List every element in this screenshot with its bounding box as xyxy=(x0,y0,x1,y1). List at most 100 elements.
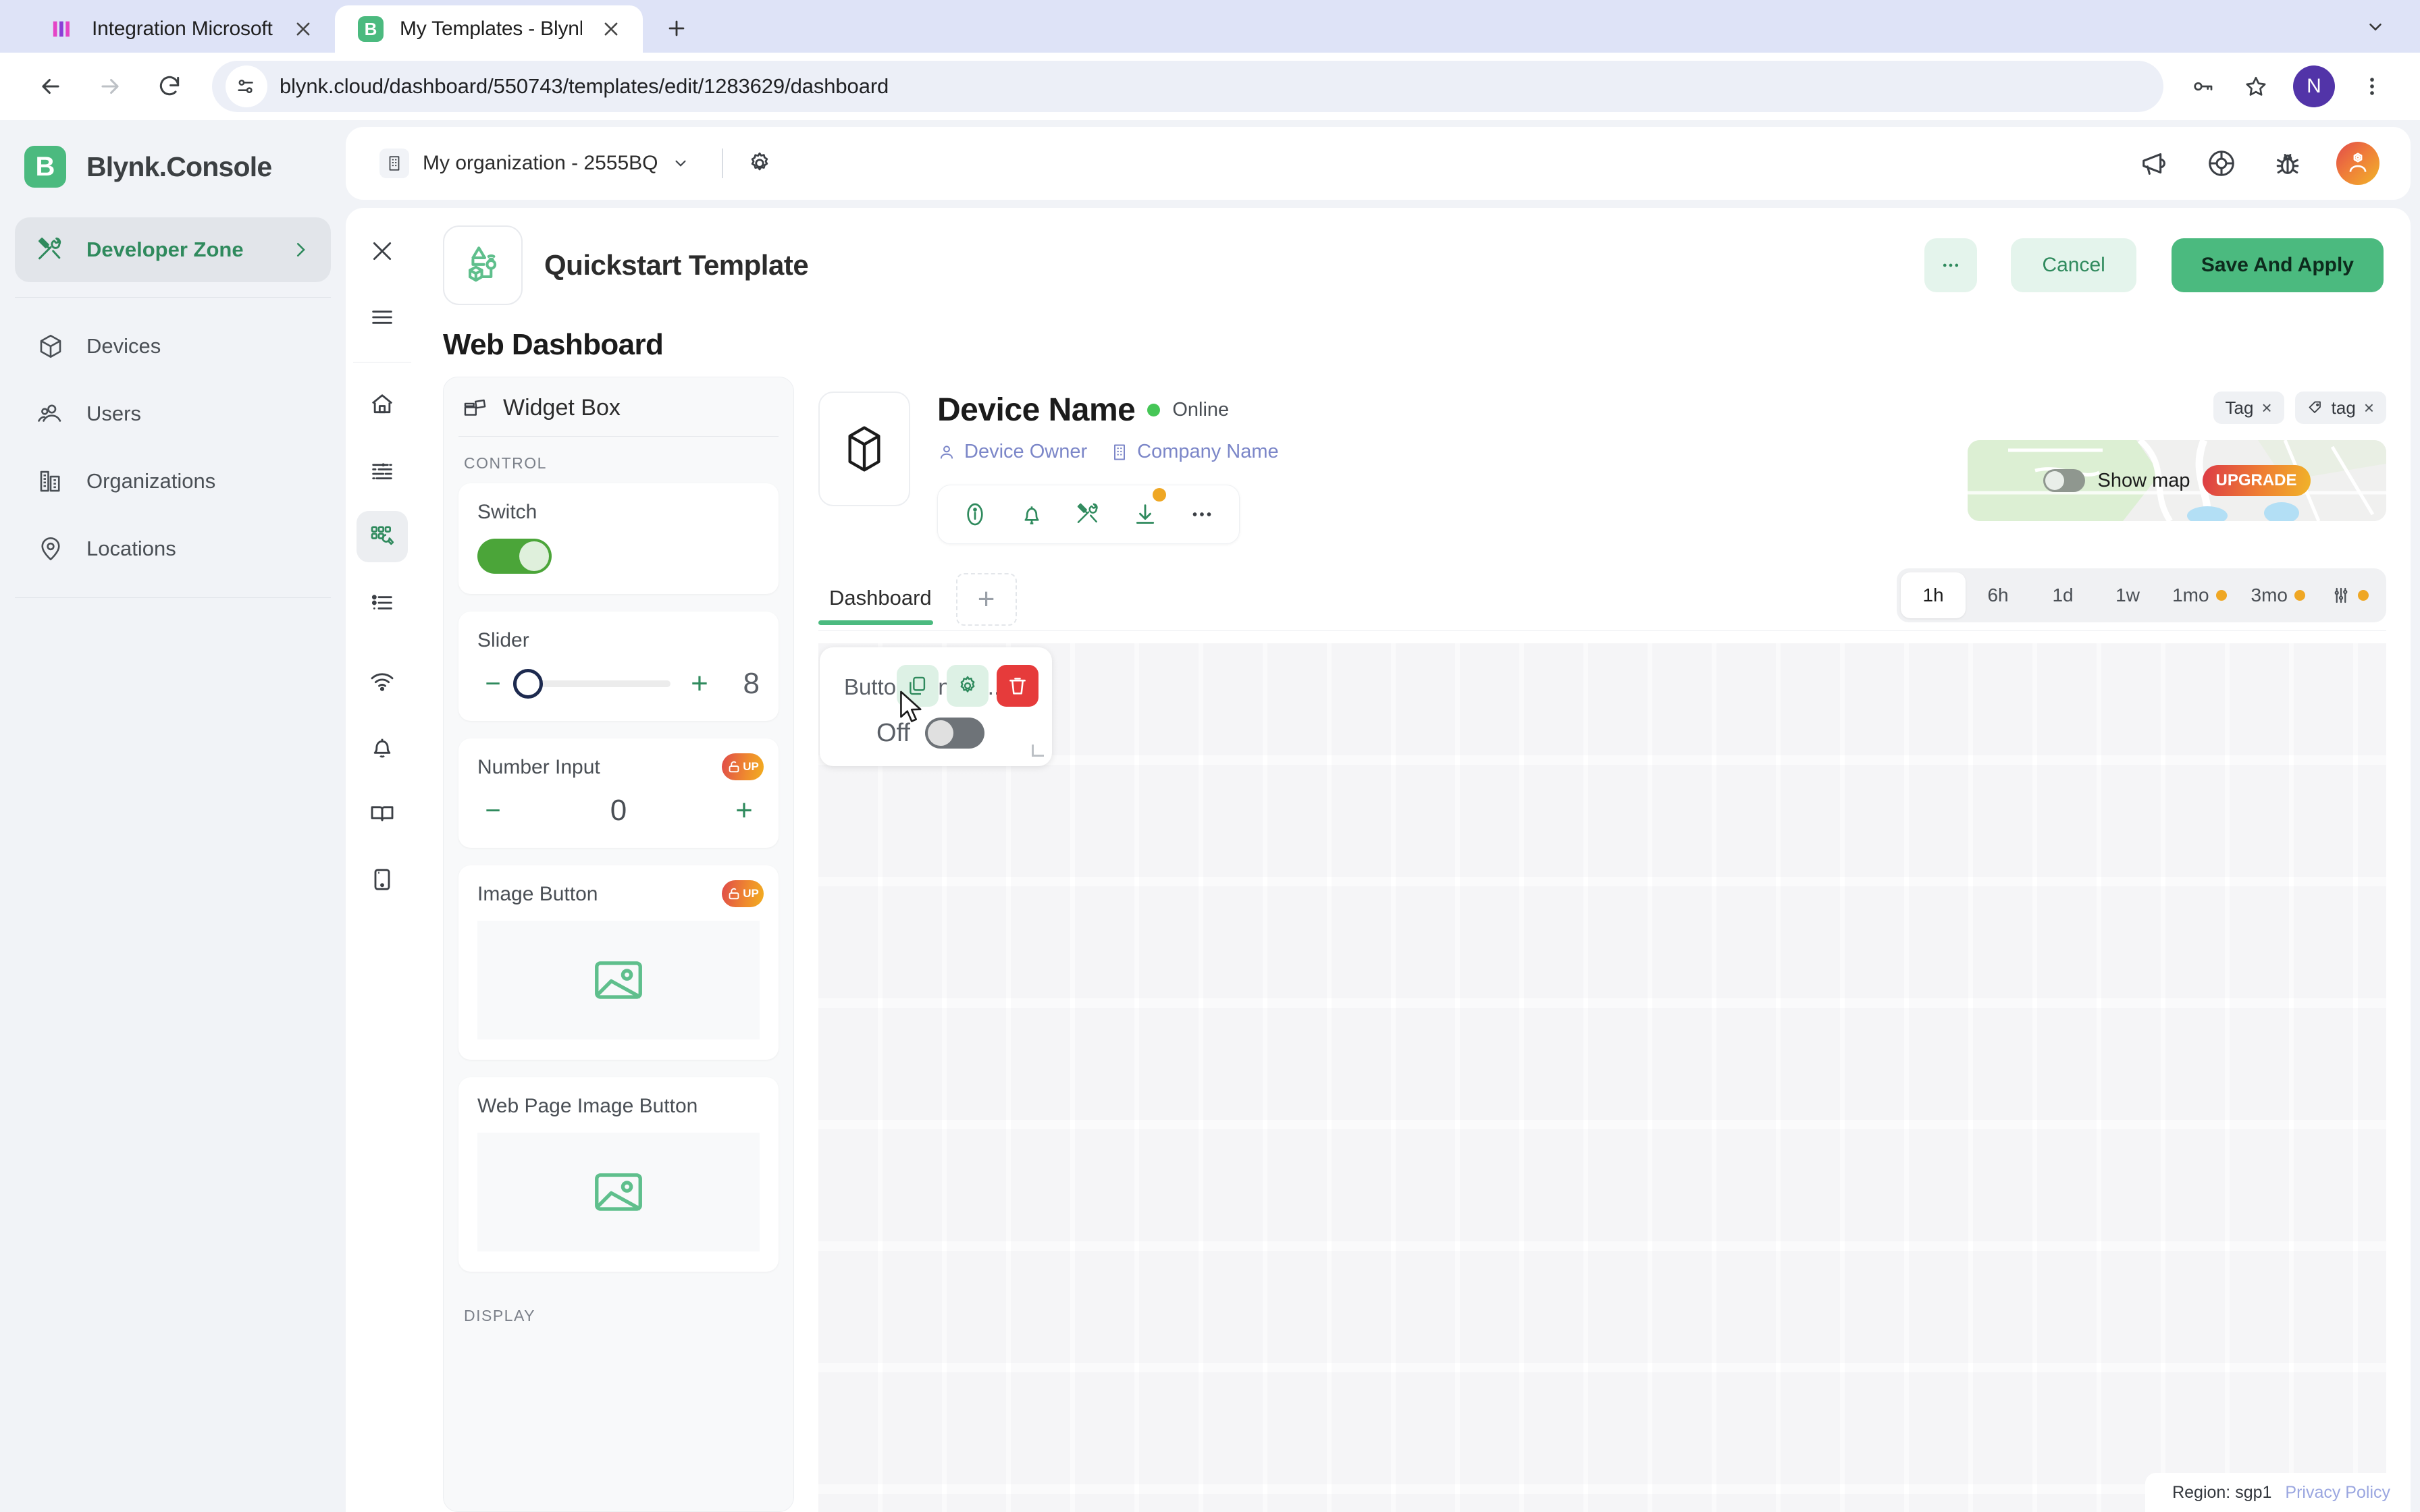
chrome-menu-icon[interactable] xyxy=(2348,63,2396,110)
pro-upgrade-badge[interactable]: UP xyxy=(722,753,764,780)
show-map-toggle[interactable] xyxy=(2043,469,2086,492)
slider-track[interactable] xyxy=(512,669,670,699)
close-icon[interactable] xyxy=(357,225,408,277)
number-stepper[interactable]: − 0 + xyxy=(477,794,760,828)
sidebar-item-devices[interactable]: Devices xyxy=(15,313,331,380)
connection-wifi-icon[interactable] xyxy=(357,655,408,707)
widget-box-list[interactable]: CONTROL Switch Slider − + 8 Number Input… xyxy=(444,437,793,1511)
forward-button[interactable] xyxy=(84,60,136,113)
save-and-apply-button[interactable]: Save And Apply xyxy=(2171,238,2384,292)
tools-icon[interactable] xyxy=(1072,497,1105,531)
lifebuoy-icon[interactable] xyxy=(2204,146,2239,181)
range-1h[interactable]: 1h xyxy=(1901,572,1966,618)
more-dots-icon[interactable] xyxy=(1185,497,1219,531)
device-company[interactable]: Company Name xyxy=(1110,441,1279,463)
range-3mo[interactable]: 3mo xyxy=(2239,572,2317,618)
reload-button[interactable] xyxy=(143,60,196,113)
cancel-button[interactable]: Cancel xyxy=(2011,238,2136,292)
widget-card-web-page-image-button[interactable]: Web Page Image Button xyxy=(458,1077,779,1272)
browser-tab-2[interactable]: B My Templates - Blynk.Console xyxy=(335,5,643,53)
mobile-app-icon[interactable] xyxy=(357,854,408,905)
range-1mo[interactable]: 1mo xyxy=(2160,572,2238,618)
minus-icon[interactable]: − xyxy=(477,668,508,699)
widget-group-label: DISPLAY xyxy=(464,1307,535,1324)
window-menu-button[interactable] xyxy=(2355,9,2396,45)
template-header: Quickstart Template Cancel Save And Appl… xyxy=(419,208,2411,317)
download-icon[interactable] xyxy=(1128,488,1166,531)
editor-panes: Widget Box CONTROL Switch Slider − + 8 N… xyxy=(419,377,2411,1512)
back-button[interactable] xyxy=(24,60,77,113)
range-label: 3mo xyxy=(2251,585,2288,605)
docs-book-icon[interactable] xyxy=(357,788,408,839)
org-selector[interactable]: My organization - 2555BQ xyxy=(366,142,703,185)
close-icon[interactable]: × xyxy=(2364,398,2374,418)
add-tab-button[interactable]: + xyxy=(955,573,1017,626)
close-icon[interactable] xyxy=(289,15,317,43)
settings-gear-icon[interactable] xyxy=(742,146,777,181)
upgrade-button[interactable]: UPGRADE xyxy=(2202,465,2311,496)
nav-divider xyxy=(15,297,331,298)
dashboard-widget-button[interactable]: Button control ... Off xyxy=(820,647,1052,766)
bug-icon[interactable] xyxy=(2270,146,2305,181)
tag-chip[interactable]: Tag × xyxy=(2213,392,2284,424)
menu-icon[interactable] xyxy=(357,292,408,343)
sidebar-item-developer-zone[interactable]: Developer Zone xyxy=(15,217,331,282)
privacy-policy-link[interactable]: Privacy Policy xyxy=(2285,1483,2390,1503)
section-title: Web Dashboard xyxy=(443,328,664,361)
sidebar-item-locations[interactable]: Locations xyxy=(15,515,331,583)
sidebar-item-users[interactable]: Users xyxy=(15,380,331,448)
widget-card-number-input[interactable]: Number Input UP − 0 + xyxy=(458,738,779,848)
pro-upgrade-badge[interactable]: UP xyxy=(722,880,764,907)
chart-bars-icon xyxy=(49,15,77,43)
notification-badge xyxy=(1153,488,1166,502)
range-custom[interactable] xyxy=(2317,572,2382,618)
site-settings-icon[interactable] xyxy=(226,65,267,107)
widget-card-slider[interactable]: Slider − + 8 xyxy=(458,612,779,721)
trash-icon[interactable] xyxy=(997,665,1038,707)
user-avatar[interactable] xyxy=(2336,142,2379,185)
close-icon[interactable] xyxy=(597,15,625,43)
widget-hover-toolbar xyxy=(897,665,1038,707)
datastreams-icon[interactable] xyxy=(357,445,408,496)
slider-knob[interactable] xyxy=(512,669,543,699)
sidebar-item-organizations[interactable]: Organizations xyxy=(15,448,331,515)
slider-control[interactable]: − + 8 xyxy=(477,667,760,701)
dashboard-canvas[interactable]: Button control ... Off xyxy=(818,643,2386,1512)
minus-icon[interactable]: − xyxy=(477,795,508,826)
home-icon[interactable] xyxy=(357,379,408,430)
widget-card-image-button[interactable]: Image Button UP xyxy=(458,865,779,1060)
close-icon[interactable]: × xyxy=(2261,398,2271,418)
resize-handle[interactable] xyxy=(1032,745,1044,757)
users-icon xyxy=(35,398,66,429)
range-1w[interactable]: 1w xyxy=(2095,572,2160,618)
device-owner[interactable]: Device Owner xyxy=(937,441,1087,463)
password-key-icon[interactable] xyxy=(2180,63,2227,110)
events-bell-icon[interactable] xyxy=(357,722,408,773)
info-icon[interactable] xyxy=(958,497,992,531)
new-tab-button[interactable] xyxy=(655,7,698,50)
plus-icon[interactable]: + xyxy=(729,795,760,826)
bell-icon[interactable] xyxy=(1015,497,1049,531)
megaphone-icon[interactable] xyxy=(2138,146,2173,181)
range-1d[interactable]: 1d xyxy=(2030,572,2095,618)
pro-dot-icon xyxy=(2358,590,2369,601)
web-dashboard-icon[interactable] xyxy=(357,511,408,562)
chrome-profile-avatar[interactable]: N xyxy=(2293,65,2335,107)
widget-card-title: Number Input xyxy=(477,756,600,778)
template-more-button[interactable] xyxy=(1924,238,1978,292)
tag-chip[interactable]: tag × xyxy=(2294,392,2386,424)
metadata-list-icon[interactable] xyxy=(357,577,408,628)
widget-toggle[interactable] xyxy=(925,718,984,749)
device-info: Device Name Online Device Owner Company … xyxy=(937,392,1887,544)
copy-icon[interactable] xyxy=(897,665,939,707)
url-bar[interactable]: blynk.cloud/dashboard/550743/templates/e… xyxy=(212,61,2163,112)
range-6h[interactable]: 6h xyxy=(1966,572,2030,618)
tab-dashboard[interactable]: Dashboard xyxy=(818,575,949,625)
plus-icon[interactable]: + xyxy=(684,668,715,699)
bookmark-star-icon[interactable] xyxy=(2232,63,2280,110)
widget-card-switch[interactable]: Switch xyxy=(458,483,779,594)
switch-toggle[interactable] xyxy=(477,539,552,574)
browser-tab-1[interactable]: Integration Microsoft 365 Em xyxy=(27,5,335,53)
gear-icon[interactable] xyxy=(947,665,989,707)
sidebar-item-label: Users xyxy=(86,402,141,425)
